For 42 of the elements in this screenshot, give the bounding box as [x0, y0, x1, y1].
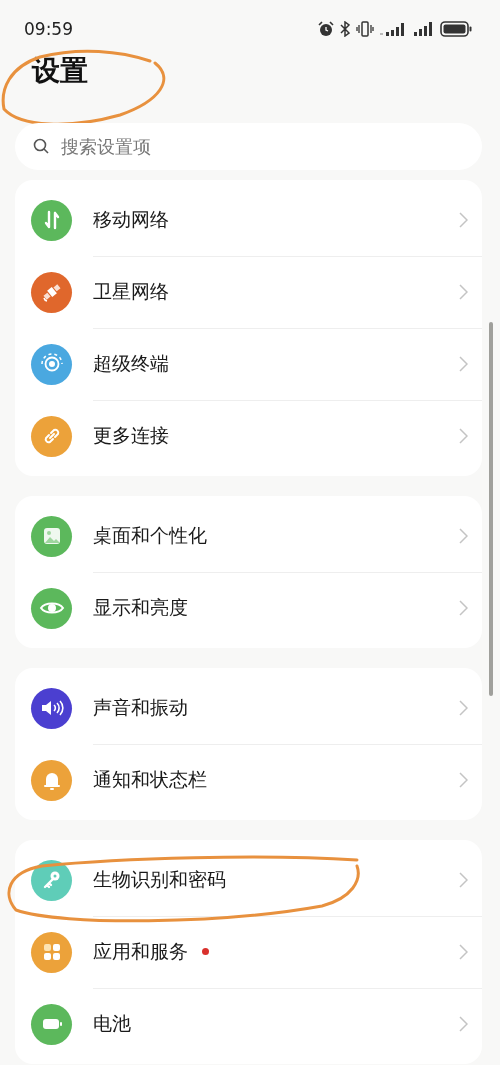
- settings-item[interactable]: 桌面和个性化: [15, 500, 482, 572]
- setting-label: 应用和服务: [93, 938, 188, 964]
- chevron-icon: [459, 211, 468, 228]
- setting-label: 移动网络: [93, 206, 169, 232]
- vibrate-icon: [356, 21, 374, 37]
- settings-item[interactable]: 更多连接: [15, 400, 482, 472]
- settings-item[interactable]: 显示和亮度: [15, 572, 482, 644]
- setting-label: 声音和振动: [93, 694, 188, 720]
- chevron-icon: [459, 871, 468, 888]
- search-icon: [33, 138, 50, 155]
- bluetooth-icon: [340, 21, 350, 37]
- chevron-icon: [459, 283, 468, 300]
- chevron-icon: [459, 527, 468, 544]
- settings-item[interactable]: 生物识别和密码: [15, 844, 482, 916]
- settings-item[interactable]: 超级终端: [15, 328, 482, 400]
- chevron-icon: [459, 1016, 468, 1032]
- chevron-icon: [459, 600, 468, 616]
- setting-label: 电池: [93, 1011, 131, 1036]
- chevron-icon: [459, 428, 468, 444]
- page-title: 设置: [32, 53, 88, 89]
- settings-item[interactable]: 电池: [15, 988, 482, 1060]
- setting-label: 更多连接: [93, 423, 169, 448]
- setting-label: 生物识别和密码: [93, 866, 226, 892]
- setting-label: 超级终端: [93, 350, 169, 376]
- battery-icon: [440, 21, 472, 37]
- settings-item[interactable]: 应用和服务: [15, 916, 482, 988]
- settings-item[interactable]: 声音和振动: [15, 672, 482, 744]
- setting-label: 桌面和个性化: [93, 522, 207, 548]
- settings-item[interactable]: 移动网络: [15, 184, 482, 256]
- chevron-icon: [459, 943, 468, 960]
- alarm-icon: [318, 21, 334, 37]
- signal-icon: [414, 22, 434, 36]
- search-field[interactable]: 搜索设置项: [15, 123, 482, 170]
- settings-item[interactable]: 卫星网络: [15, 256, 482, 328]
- chevron-icon: [459, 772, 468, 788]
- chevron-icon: [459, 699, 468, 716]
- setting-label: 通知和状态栏: [93, 767, 207, 792]
- chevron-icon: [459, 355, 468, 372]
- status-time: 09:59: [24, 19, 73, 39]
- setting-label: 卫星网络: [93, 278, 169, 304]
- settings-item[interactable]: 通知和状态栏: [15, 744, 482, 816]
- setting-label: 显示和亮度: [93, 595, 188, 620]
